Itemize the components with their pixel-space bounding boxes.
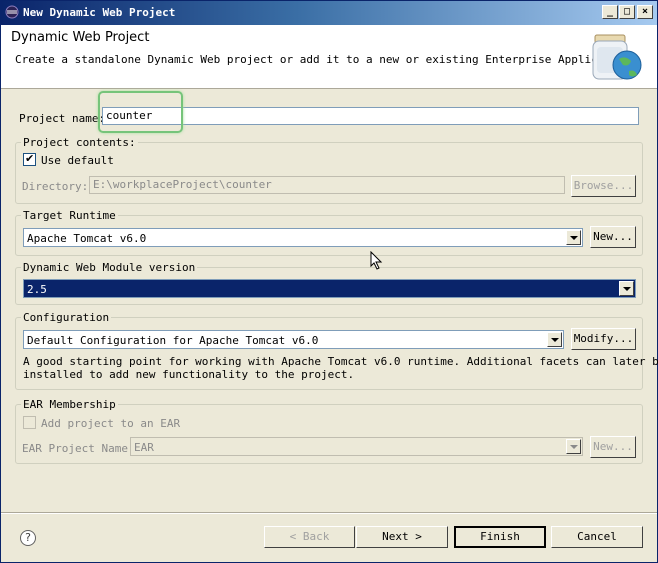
configuration-title: Configuration xyxy=(21,311,112,324)
web-project-wizard-icon xyxy=(592,34,642,80)
help-icon[interactable]: ? xyxy=(20,530,36,546)
target-runtime-value: Apache Tomcat v6.0 xyxy=(27,232,147,245)
target-runtime-title: Target Runtime xyxy=(21,209,118,222)
close-button[interactable]: × xyxy=(637,5,653,19)
project-contents-group xyxy=(15,142,643,204)
chevron-down-icon[interactable] xyxy=(566,439,581,454)
chevron-down-icon[interactable] xyxy=(566,230,581,245)
configuration-description-line1: A good starting point for working with A… xyxy=(23,355,658,368)
web-module-version-select[interactable]: 2.5 xyxy=(23,279,636,298)
next-button[interactable]: Next > xyxy=(356,526,448,548)
page-description: Create a standalone Dynamic Web project … xyxy=(15,53,638,66)
configuration-description-line2: installed to add new functionality to th… xyxy=(23,368,355,381)
ear-membership-title: EAR Membership xyxy=(21,398,118,411)
modify-configuration-button[interactable]: Modify... xyxy=(571,328,636,350)
directory-label: Directory: xyxy=(22,180,89,193)
wizard-header: Dynamic Web Project Create a standalone … xyxy=(1,25,657,89)
chevron-down-icon[interactable] xyxy=(547,332,562,347)
add-to-ear-label: Add project to an EAR xyxy=(41,417,181,430)
new-ear-button[interactable]: New... xyxy=(590,436,636,458)
title-bar[interactable]: New Dynamic Web Project _ □ × xyxy=(1,1,657,25)
checkmark-icon: ✔ xyxy=(25,152,35,165)
footer-separator xyxy=(1,512,657,514)
cancel-button[interactable]: Cancel xyxy=(551,526,643,548)
web-module-version-value: 2.5 xyxy=(27,283,47,296)
dialog-window: New Dynamic Web Project _ □ × Dynamic We… xyxy=(0,0,658,563)
ear-project-name-value: EAR xyxy=(134,441,154,454)
finish-button[interactable]: Finish xyxy=(454,526,546,548)
back-button[interactable]: < Back xyxy=(264,526,355,548)
project-contents-title: Project contents: xyxy=(21,136,138,149)
ear-project-name-label: EAR Project Name: xyxy=(22,442,135,455)
ear-project-name-select[interactable]: EAR xyxy=(130,437,583,456)
project-name-label: Project name: xyxy=(19,112,106,125)
chevron-down-icon[interactable] xyxy=(619,281,634,296)
use-default-label: Use default xyxy=(41,154,114,167)
use-default-checkbox[interactable]: ✔ xyxy=(23,152,36,166)
minimize-button[interactable]: _ xyxy=(602,5,618,19)
page-title: Dynamic Web Project xyxy=(11,30,150,45)
eclipse-icon xyxy=(5,5,19,19)
window-title: New Dynamic Web Project xyxy=(23,6,176,19)
add-to-ear-checkbox[interactable] xyxy=(23,416,36,429)
directory-input[interactable]: E:\workplaceProject\counter xyxy=(89,176,565,194)
configuration-select[interactable]: Default Configuration for Apache Tomcat … xyxy=(23,330,564,349)
highlight-box xyxy=(98,91,183,133)
configuration-value: Default Configuration for Apache Tomcat … xyxy=(27,334,319,347)
browse-button[interactable]: Browse... xyxy=(571,175,636,197)
target-runtime-select[interactable]: Apache Tomcat v6.0 xyxy=(23,228,583,247)
mouse-cursor-icon xyxy=(370,251,383,270)
web-module-title: Dynamic Web Module version xyxy=(21,261,198,274)
new-runtime-button[interactable]: New... xyxy=(590,226,636,248)
maximize-button[interactable]: □ xyxy=(619,5,635,19)
